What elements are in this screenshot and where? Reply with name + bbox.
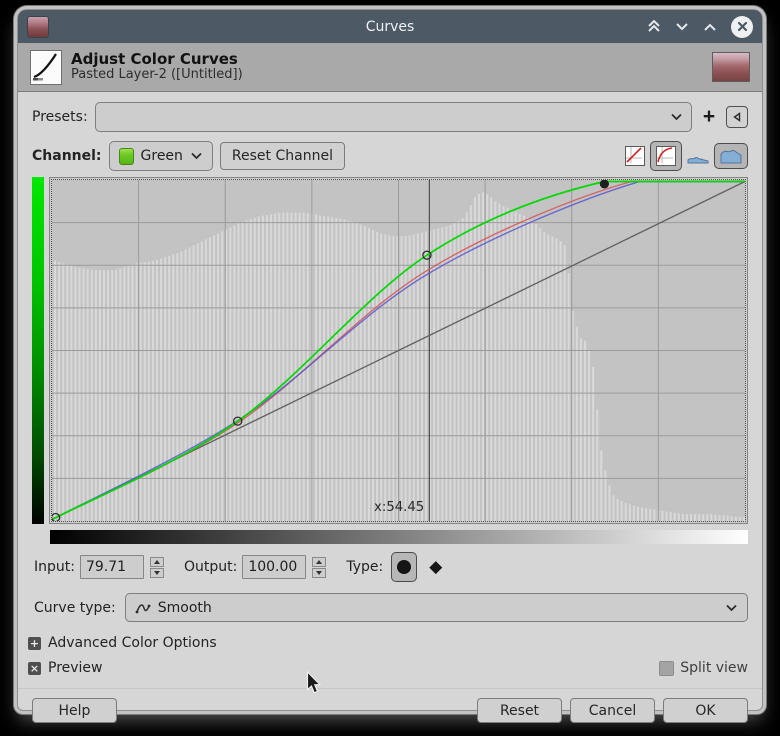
point-type-corner-button[interactable]: ◆ (429, 558, 442, 576)
svg-text:x:54.45: x:54.45 (374, 500, 424, 515)
split-view-label[interactable]: Split view (680, 660, 748, 676)
triangle-left-icon (733, 112, 741, 122)
preview-checkbox[interactable]: × (28, 661, 41, 675)
spin-up-icon[interactable] (312, 556, 327, 567)
gamma-trc-icon (656, 146, 676, 166)
input-field[interactable] (79, 555, 144, 579)
spin-up-icon[interactable] (149, 556, 164, 567)
input-label: Input: (34, 559, 75, 575)
log-histogram-toggle-active[interactable] (714, 143, 748, 169)
chevron-down-icon (726, 604, 737, 611)
chevron-down-icon (191, 152, 202, 160)
curve-editing-canvas[interactable]: x:54.45 (52, 180, 745, 521)
maximize-icon[interactable] (703, 23, 717, 31)
log-histogram-icon (720, 150, 742, 164)
curve-graph-frame: x:54.45 (49, 177, 748, 524)
smooth-curve-icon (135, 603, 151, 613)
help-button[interactable]: Help (32, 698, 117, 723)
curve-type-dropdown[interactable]: Smooth (124, 593, 748, 622)
presets-label: Presets: (32, 109, 88, 125)
advanced-color-options-label[interactable]: Advanced Color Options (48, 635, 217, 651)
screenshot-stage: Curves Adjust Color Curves Pasted Layer-… (0, 0, 780, 736)
output-field[interactable] (242, 555, 307, 579)
input-spinner[interactable] (149, 556, 164, 578)
type-label: Type: (346, 559, 384, 575)
ok-button[interactable]: OK (663, 698, 748, 723)
presets-dropdown[interactable] (94, 102, 692, 132)
spin-down-icon[interactable] (312, 567, 327, 578)
preset-menu-button[interactable] (726, 106, 748, 128)
expander-plus-icon[interactable]: + (28, 636, 41, 650)
green-channel-swatch (118, 147, 134, 165)
curve-type-label: Curve type: (34, 599, 116, 616)
curves-tool-icon (30, 49, 62, 85)
action-area-separator (18, 688, 762, 689)
point-type-smooth-button[interactable] (391, 552, 418, 582)
keep-above-icon[interactable] (647, 20, 661, 33)
layer-thumbnail (712, 52, 750, 82)
output-spinner[interactable] (312, 556, 327, 578)
linear-trc-icon[interactable] (625, 146, 645, 166)
split-view-checkbox[interactable] (659, 660, 675, 676)
linear-histogram-icon[interactable] (687, 148, 709, 164)
spin-down-icon[interactable] (149, 567, 164, 578)
curves-dialog-window: Curves Adjust Color Curves Pasted Layer-… (18, 10, 762, 723)
dialog-title: Adjust Color Curves (71, 49, 238, 68)
output-label: Output: (183, 559, 238, 575)
perceptual-trc-toggle-active[interactable] (650, 141, 682, 171)
channel-label: Channel: (32, 148, 102, 164)
dialog-header: Adjust Color Curves Pasted Layer-2 ([Unt… (18, 43, 762, 92)
circle-icon (397, 560, 412, 574)
input-gradient-strip (50, 530, 748, 544)
reset-button[interactable]: Reset (477, 698, 562, 723)
channel-value: Green (140, 148, 183, 164)
preview-label[interactable]: Preview (48, 660, 103, 676)
channel-gradient-strip (32, 177, 44, 524)
channel-dropdown[interactable]: Green (108, 141, 213, 171)
minimize-icon[interactable] (675, 22, 689, 31)
chevron-down-icon (671, 113, 682, 121)
reset-channel-button[interactable]: Reset Channel (219, 142, 345, 170)
dialog-subtitle: Pasted Layer-2 ([Untitled]) (71, 67, 243, 83)
curve-type-value: Smooth (157, 599, 212, 616)
title-bar[interactable]: Curves (18, 10, 762, 43)
add-preset-button[interactable]: + (699, 105, 719, 129)
close-icon[interactable] (731, 15, 753, 38)
cancel-button[interactable]: Cancel (570, 698, 655, 723)
